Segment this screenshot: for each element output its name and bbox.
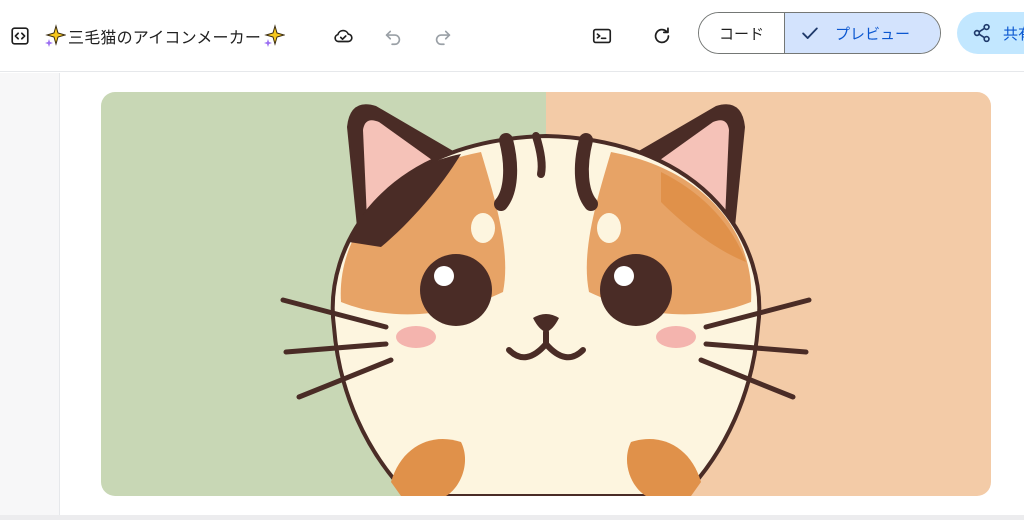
calico-cat-illustration xyxy=(101,92,991,496)
sparkle-icon xyxy=(264,24,286,47)
app-title: 三毛猫のアイコンメーカー xyxy=(44,22,286,50)
cat-icon-image xyxy=(101,92,991,496)
code-toggle-button[interactable] xyxy=(2,18,38,54)
share-label: 共有 xyxy=(1003,24,1024,43)
refresh-icon xyxy=(654,27,670,44)
undo-button[interactable] xyxy=(375,18,411,54)
left-gutter xyxy=(0,73,60,520)
share-button[interactable]: 共有 xyxy=(957,12,1024,54)
top-toolbar: 三毛猫のアイコンメーカー コード プレビュー 共 xyxy=(0,0,1024,72)
canvas-app: 三毛猫のアイコンメーカー コード プレビュー 共 xyxy=(0,0,1024,520)
share-icon xyxy=(973,23,990,43)
bottom-divider xyxy=(0,515,1024,520)
cloud-save-button[interactable] xyxy=(325,18,361,54)
checkmark-icon xyxy=(802,27,818,39)
sparkle-icon xyxy=(45,24,66,47)
preview-view-tab[interactable]: プレビュー xyxy=(784,13,940,53)
terminal-icon xyxy=(592,28,612,44)
preview-view-label: プレビュー xyxy=(835,24,911,43)
code-brackets-icon xyxy=(11,27,29,45)
redo-button[interactable] xyxy=(425,18,461,54)
code-view-tab[interactable]: コード xyxy=(699,13,784,53)
cloud-check-icon xyxy=(334,29,353,43)
code-view-label: コード xyxy=(718,24,764,43)
view-toggle: コード プレビュー xyxy=(698,12,941,54)
console-button[interactable] xyxy=(584,18,620,54)
redo-icon xyxy=(435,30,451,46)
refresh-button[interactable] xyxy=(644,18,680,54)
undo-icon xyxy=(385,30,401,46)
app-title-text: 三毛猫のアイコンメーカー xyxy=(68,28,262,47)
